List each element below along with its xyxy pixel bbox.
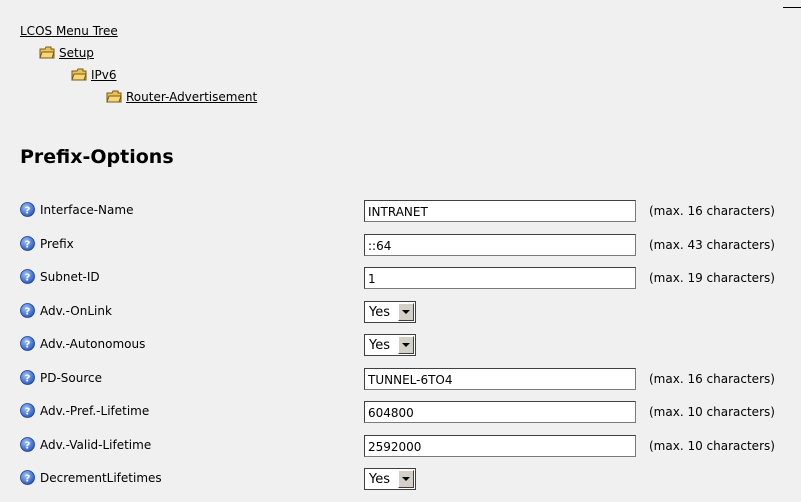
breadcrumb-item-router-advertisement: Router-Advertisement (20, 86, 257, 108)
help-icon[interactable]: ? (20, 336, 35, 351)
select-value: Yes (369, 338, 390, 353)
max-length-hint: (max. 10 characters) (649, 405, 775, 419)
dropdown-arrow-icon[interactable] (398, 336, 414, 354)
breadcrumb-item-ipv6: IPv6 (20, 64, 257, 86)
field-label: PD-Source (40, 370, 103, 385)
field-label: Prefix (40, 236, 74, 251)
prefix-options-form: ? Interface-Name INTRANET (max. 16 characte… (20, 198, 801, 500)
adv-pref-lifetime-input[interactable]: 604800 (364, 401, 636, 423)
field-row-prefix: ? Prefix::64 (max. 43 characters) (20, 232, 801, 266)
field-label: Adv.-OnLink (40, 303, 112, 318)
field-row-adv-valid-lifetime: ? Adv.-Valid-Lifetime 2592000 (max. 10 char… (20, 433, 801, 467)
max-length-hint: (max. 19 characters) (649, 271, 775, 285)
breadcrumb-root-link[interactable]: LCOS Menu Tree (20, 24, 118, 38)
max-length-hint: (max. 10 characters) (649, 438, 775, 453)
adv-valid-lifetime-input[interactable]: 2592000 (364, 434, 636, 457)
breadcrumb-link-setup[interactable]: Setup (59, 46, 94, 60)
help-icon[interactable]: ? (20, 403, 35, 418)
breadcrumb-root-row: LCOS Menu Tree (20, 20, 257, 42)
breadcrumb-link-router-advertisement[interactable]: Router-Advertisement (126, 90, 257, 104)
svg-text:?: ? (25, 339, 31, 350)
folder-icon (71, 68, 87, 81)
field-row-adv-onlink: ? Adv.-OnLink Yes (20, 299, 801, 333)
field-row-interface-name: ? Interface-Name INTRANET (max. 16 characte… (20, 198, 801, 232)
max-length-hint: (max. 16 characters) (649, 371, 775, 386)
page-title: Prefix-Options (20, 146, 174, 168)
dropdown-arrow-icon[interactable] (398, 470, 414, 488)
adv-onlink-select[interactable]: Yes (364, 300, 416, 323)
field-label: Adv.-Autonomous (40, 337, 146, 351)
field-row-subnet-id: ? Subnet-ID 1 (max. 19 characters) (20, 265, 801, 299)
help-icon[interactable]: ? (20, 302, 35, 318)
subnet-id-input[interactable]: 1 (364, 267, 636, 289)
field-label: Subnet-ID (40, 270, 100, 284)
svg-text:?: ? (25, 473, 31, 484)
max-length-hint: (max. 16 characters) (649, 204, 775, 218)
help-icon[interactable]: ? (20, 269, 35, 284)
folder-icon (106, 90, 122, 103)
interface-name-input[interactable]: INTRANET (364, 200, 636, 222)
pd-source-input[interactable]: TUNNEL-6TO4 (364, 367, 636, 390)
svg-text:?: ? (25, 306, 31, 317)
field-row-decrementlifetimes: ? DecrementLifetimes Yes (20, 466, 801, 500)
field-label: Interface-Name (40, 203, 134, 217)
field-row-pd-source: ? PD-Source TUNNEL-6TO4 (max. 16 characters… (20, 366, 801, 400)
folder-icon (39, 46, 55, 59)
help-icon[interactable]: ? (20, 235, 35, 251)
svg-text:?: ? (25, 239, 31, 250)
help-icon[interactable]: ? (20, 436, 35, 452)
field-row-adv-autonomous: ? Adv.-Autonomous Yes (20, 332, 801, 366)
svg-text:?: ? (25, 373, 31, 384)
help-icon[interactable]: ? (20, 470, 35, 485)
help-icon[interactable]: ? (20, 369, 35, 385)
svg-text:?: ? (25, 272, 31, 283)
svg-text:?: ? (25, 440, 31, 451)
svg-text:?: ? (25, 406, 31, 417)
select-value: Yes (369, 304, 390, 320)
field-label: DecrementLifetimes (40, 471, 162, 485)
help-icon[interactable]: ? (20, 202, 35, 217)
select-value: Yes (369, 472, 390, 487)
svg-text:?: ? (25, 205, 31, 216)
field-label: Adv.-Pref.-Lifetime (40, 404, 150, 418)
max-length-hint: (max. 43 characters) (649, 237, 775, 252)
field-label: Adv.-Valid-Lifetime (40, 437, 152, 452)
dropdown-arrow-icon[interactable] (398, 302, 414, 321)
breadcrumb-link-ipv6[interactable]: IPv6 (91, 68, 117, 82)
prefix-input[interactable]: ::64 (364, 233, 636, 256)
top-edge-line (783, 7, 801, 8)
field-row-adv-pref-lifetime: ? Adv.-Pref.-Lifetime 604800 (max. 10 chara… (20, 399, 801, 433)
adv-autonomous-select[interactable]: Yes (364, 334, 416, 356)
decrementlifetimes-select[interactable]: Yes (364, 468, 416, 490)
breadcrumb: LCOS Menu Tree Setup IPv6 Router-Adverti… (20, 20, 257, 108)
breadcrumb-item-setup: Setup (20, 42, 257, 64)
